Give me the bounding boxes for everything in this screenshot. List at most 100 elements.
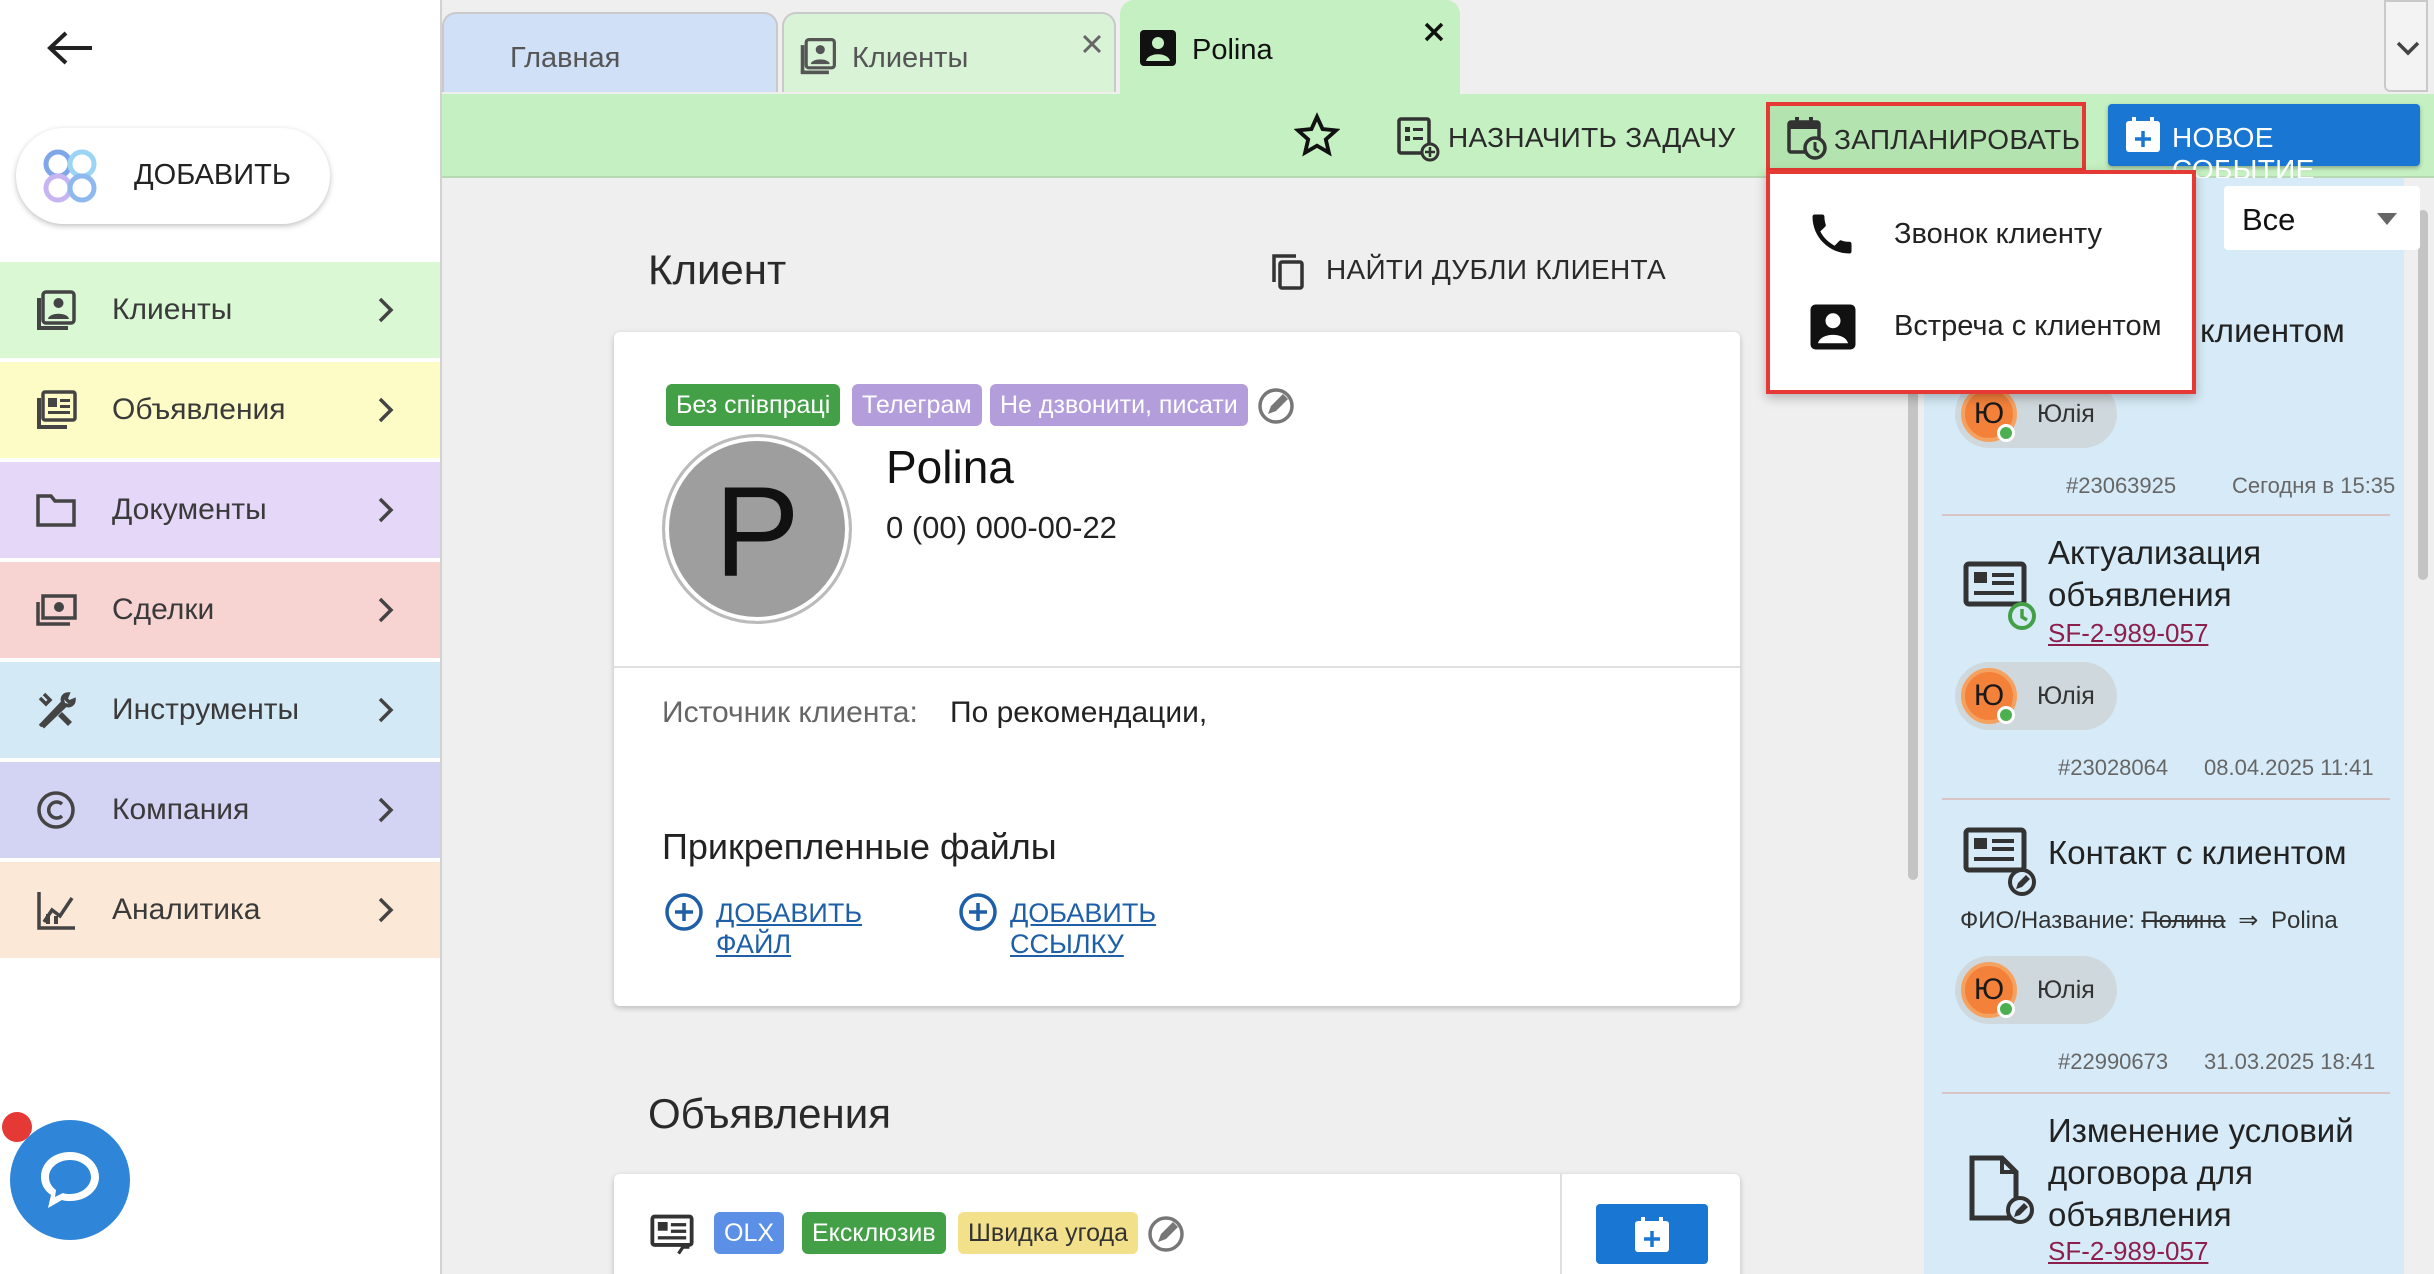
contacts-icon [37, 290, 76, 330]
files-title: Прикрепленные файлы [662, 826, 1057, 867]
sidebar-item-documents[interactable]: Документы [0, 462, 440, 558]
feed-item-id: #23063925 [2066, 473, 2177, 498]
schedule-listing-button[interactable] [1596, 1204, 1708, 1264]
close-icon[interactable] [1422, 20, 1446, 44]
online-status-dot [1997, 706, 2015, 724]
calendar-add-icon [1635, 1217, 1669, 1252]
old-value: Полина [2141, 907, 2226, 934]
chevron-right-icon [378, 797, 394, 823]
chevron-right-icon [378, 397, 394, 423]
chevron-right-icon [378, 597, 394, 623]
edit-tags-icon[interactable] [1146, 1214, 1186, 1254]
sidebar-item-label: Инструменты [112, 693, 300, 726]
new-event-button[interactable]: НОВОЕ СОБЫТИЕ [2108, 104, 2420, 185]
listing-link[interactable]: SF-2-989-057 [2048, 618, 2208, 649]
add-file-button[interactable]: ДОБАВИТЬ ФАЙЛ [664, 888, 924, 959]
copy-icon [1272, 254, 1304, 290]
feed-item-title: Актуализация [2048, 534, 2262, 571]
feed-filter-select[interactable]: Все [2224, 186, 2420, 250]
sidebar-item-company[interactable]: Компания [0, 762, 440, 858]
phone-icon [1812, 214, 1852, 254]
avatar-letter: P [714, 461, 800, 604]
calendar-add-icon [2126, 117, 2160, 152]
page-scrollbar[interactable] [2418, 210, 2428, 580]
divider [1942, 798, 2390, 800]
edit-tags-icon[interactable] [1256, 386, 1296, 426]
sidebar-item-label: Аналитика [112, 893, 261, 926]
dropdown-arrow-icon [2377, 213, 2397, 225]
divider [1560, 1174, 1562, 1274]
feed-item-time: 31.03.2025 18:41 [2204, 1049, 2376, 1074]
menu-item-meeting-client[interactable]: Встреча с клиентом [1770, 280, 2192, 372]
listings-section-title: Объявления [648, 1090, 891, 1137]
document-edit-icon [1969, 1155, 2034, 1224]
user-name: Юлія [2037, 400, 2095, 428]
copyright-icon [37, 791, 75, 829]
chevron-right-icon [378, 897, 394, 923]
listing-link[interactable]: SF-2-989-057 [2048, 1236, 2208, 1267]
source-label: Источник клиента: [662, 696, 918, 729]
arrow: ⇒ [2238, 907, 2259, 934]
sidebar-item-listings[interactable]: Объявления [0, 362, 440, 458]
online-status-dot [1997, 1000, 2015, 1018]
back-button[interactable] [44, 28, 96, 68]
tab-label: Клиенты [852, 42, 969, 74]
sidebar-item-label: Клиенты [112, 293, 233, 326]
client-avatar: P [662, 434, 852, 624]
chevron-right-icon [378, 497, 394, 523]
user-name: Юлія [2037, 976, 2095, 1004]
feed-item-id: #23028064 [2058, 755, 2169, 780]
tag-chip: Ексклюзив [802, 1212, 946, 1254]
listing-refresh-icon [1963, 561, 2036, 630]
contact-card-icon [1810, 304, 1856, 350]
tools-icon [38, 692, 76, 729]
tab-label: Главная [510, 42, 621, 74]
chat-button[interactable] [10, 1120, 130, 1240]
feed-item-title: клиентом [2200, 312, 2345, 349]
client-name: Polina [886, 441, 1014, 493]
chevron-down-icon [2396, 41, 2420, 56]
add-button-label: ДОБАВИТЬ [134, 159, 291, 191]
contacts-icon [800, 38, 836, 75]
tab-home[interactable]: Главная [442, 12, 778, 92]
tag-chip: Не дзвонити, писати [990, 384, 1248, 426]
client-section-title: Клиент [648, 246, 787, 293]
sidebar-item-analytics[interactable]: Аналитика [0, 862, 440, 958]
client-phone[interactable]: 0 (00) 000-00-22 [886, 510, 1117, 546]
add-circle-icon [665, 893, 703, 931]
chevron-right-icon [378, 697, 394, 723]
task-add-icon [1397, 117, 1440, 162]
contact-edit-icon [1963, 827, 2036, 896]
sidebar-item-label: Сделки [112, 593, 215, 626]
menu-item-call-client[interactable]: Звонок клиенту [1770, 186, 2192, 278]
add-link-label: ДОБАВИТЬ ССЫЛКУ [1010, 898, 1157, 959]
add-button[interactable]: ДОБАВИТЬ [16, 128, 330, 224]
find-duplicates-button[interactable]: НАЙТИ ДУБЛИ КЛИЕНТА [1264, 246, 1704, 296]
sidebar-item-tools[interactable]: Инструменты [0, 662, 440, 758]
add-link-button[interactable]: ДОБАВИТЬ ССЫЛКУ [958, 888, 1258, 959]
tab-polina[interactable]: Polina [1120, 0, 1460, 96]
user-chip[interactable]: Ю Юлія [1955, 662, 2117, 730]
listing-icon [37, 390, 77, 429]
feed-item-time: 08.04.2025 11:41 [2204, 755, 2374, 780]
tab-clients[interactable]: Клиенты [782, 12, 1116, 92]
menu-item-label: Звонок клиенту [1894, 218, 2102, 250]
contact-card-icon [1140, 30, 1176, 66]
tag-chip: OLX [714, 1212, 785, 1254]
close-icon[interactable] [1080, 32, 1104, 56]
tag-chip: Телеграм [852, 384, 982, 426]
feed-item-title: объявления [2048, 576, 2232, 613]
sidebar-item-deals[interactable]: Сделки [0, 562, 440, 658]
sidebar-item-clients[interactable]: Клиенты [0, 262, 440, 358]
user-name: Юлія [2037, 682, 2095, 710]
listing-card: OLX Ексклюзив Швидка угода [614, 1174, 1740, 1274]
user-chip[interactable]: Ю Юлія [1955, 956, 2117, 1024]
tabs-dropdown-button[interactable] [2384, 0, 2428, 92]
divider [1942, 514, 2390, 516]
feed-filter-value: Все [2242, 202, 2296, 237]
star-icon[interactable] [1294, 112, 1340, 158]
assign-task-button[interactable]: НАЗНАЧИТЬ ЗАДАЧУ [1396, 108, 1736, 164]
schedule-label: ЗАПЛАНИРОВАТЬ [1834, 124, 2081, 155]
sidebar-item-label: Компания [112, 793, 250, 826]
schedule-button[interactable]: ЗАПЛАНИРОВАТЬ [1766, 102, 2086, 172]
